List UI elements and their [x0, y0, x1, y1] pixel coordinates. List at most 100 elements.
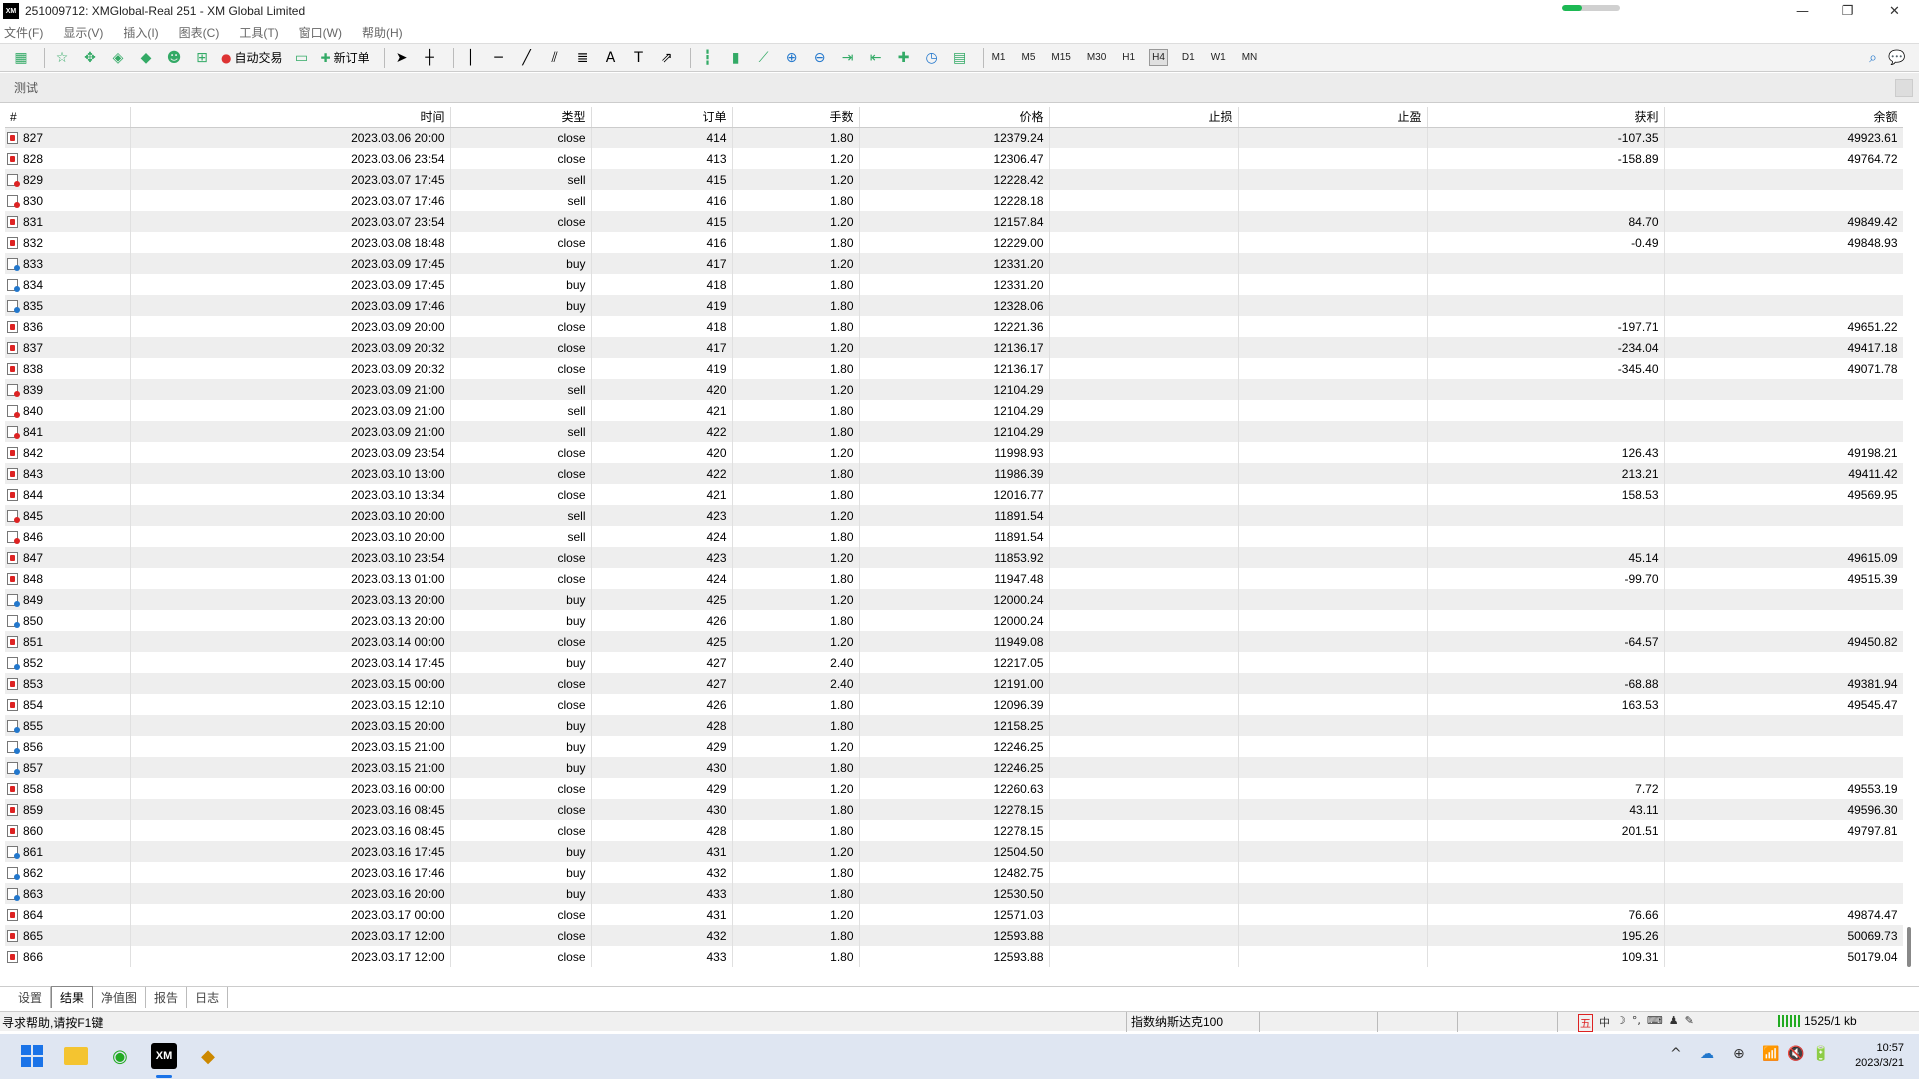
table-row[interactable]: 842 2023.03.09 23:54 close 420 1.20 11998.93 1…: [5, 442, 1903, 463]
tray-cloud-icon[interactable]: ☁: [1700, 1046, 1714, 1062]
line-chart-icon[interactable]: ⟋: [753, 47, 775, 69]
crosshair-move-icon[interactable]: ✥: [79, 47, 101, 69]
table-row[interactable]: 829 2023.03.07 17:45 sell 415 1.20 12228.42: [5, 169, 1903, 190]
table-row[interactable]: 841 2023.03.09 21:00 sell 422 1.80 12104.29: [5, 421, 1903, 442]
ime-punct-icon[interactable]: °,: [1632, 1014, 1641, 1032]
tab-report[interactable]: 报告: [146, 987, 188, 1008]
table-row[interactable]: 830 2023.03.07 17:46 sell 416 1.80 12228.18: [5, 190, 1903, 211]
zoom-out-icon[interactable]: ⊖: [809, 47, 831, 69]
autoscroll-icon[interactable]: ⇥: [837, 47, 859, 69]
ime-settings-icon[interactable]: ✎: [1685, 1014, 1694, 1032]
fibonacci-icon[interactable]: ≣: [572, 47, 594, 69]
tab-journal[interactable]: 日志: [187, 987, 229, 1008]
col-price[interactable]: 价格: [859, 107, 1050, 128]
table-row[interactable]: 849 2023.03.13 20:00 buy 425 1.20 12000.24: [5, 589, 1903, 610]
timeframe-h4[interactable]: H4: [1149, 49, 1168, 66]
col-balance[interactable]: 余额: [1664, 107, 1903, 128]
horizontal-line-icon[interactable]: ─: [488, 47, 510, 69]
table-row[interactable]: 835 2023.03.09 17:46 buy 419 1.80 12328.06: [5, 295, 1903, 316]
menu-view[interactable]: 显示(V): [63, 24, 103, 41]
menu-help[interactable]: 帮助(H): [362, 24, 403, 41]
table-row[interactable]: 843 2023.03.10 13:00 close 422 1.80 11986.39 2…: [5, 463, 1903, 484]
templates-icon[interactable]: ▤: [949, 47, 971, 69]
table-row[interactable]: 846 2023.03.10 20:00 sell 424 1.80 11891.54: [5, 526, 1903, 547]
timeframe-m1[interactable]: M1: [990, 50, 1008, 65]
table-row[interactable]: 845 2023.03.10 20:00 sell 423 1.20 11891.54: [5, 505, 1903, 526]
menu-tools[interactable]: 工具(T): [239, 24, 278, 41]
volume-icon[interactable]: 🔇: [1787, 1046, 1804, 1062]
ime-moon-icon[interactable]: ☽: [1616, 1014, 1626, 1032]
crosshair-icon[interactable]: ┼: [419, 47, 441, 69]
col-type[interactable]: 类型: [450, 107, 592, 128]
table-row[interactable]: 840 2023.03.09 21:00 sell 421 1.80 12104.29: [5, 400, 1903, 421]
table-row[interactable]: 833 2023.03.09 17:45 buy 417 1.20 12331.20: [5, 253, 1903, 274]
tab-equity-graph[interactable]: 净值图: [93, 987, 147, 1008]
table-row[interactable]: 837 2023.03.09 20:32 close 417 1.20 12136.17 -…: [5, 337, 1903, 358]
zoom-in-icon[interactable]: ⊕: [781, 47, 803, 69]
col-profit[interactable]: 获利: [1427, 107, 1665, 128]
tray-overflow-icon[interactable]: ^: [1670, 1046, 1682, 1062]
table-row[interactable]: 847 2023.03.10 23:54 close 423 1.20 11853.92 4…: [5, 547, 1903, 568]
table-row[interactable]: 860 2023.03.16 08:45 close 428 1.80 12278.15 2…: [5, 820, 1903, 841]
status-profile[interactable]: 指数纳斯达克100: [1126, 1012, 1260, 1032]
bar-chart-icon[interactable]: ┇: [697, 47, 719, 69]
table-row[interactable]: 836 2023.03.09 20:00 close 418 1.80 12221.36 -…: [5, 316, 1903, 337]
table-row[interactable]: 857 2023.03.15 21:00 buy 430 1.80 12246.25: [5, 757, 1903, 778]
app-button[interactable]: ◆: [194, 1042, 222, 1070]
ime-mode-icon[interactable]: 中: [1599, 1014, 1610, 1032]
table-row[interactable]: 827 2023.03.06 20:00 close 414 1.80 12379.24 -…: [5, 127, 1903, 148]
window-icon[interactable]: ▭: [291, 47, 313, 69]
timeframe-m30[interactable]: M30: [1085, 50, 1108, 65]
table-row[interactable]: 851 2023.03.14 00:00 close 425 1.20 11949.08 -…: [5, 631, 1903, 652]
connection-status[interactable]: 1525/1 kb: [1778, 1014, 1857, 1028]
table-row[interactable]: 854 2023.03.15 12:10 close 426 1.80 12096.39 1…: [5, 694, 1903, 715]
menu-insert[interactable]: 插入(I): [123, 24, 158, 41]
indicators-icon[interactable]: ✚: [893, 47, 915, 69]
col-lots[interactable]: 手数: [732, 107, 860, 128]
tester-icon[interactable]: ⊞: [191, 47, 213, 69]
col-take-profit[interactable]: 止盈: [1238, 107, 1428, 128]
file-explorer-button[interactable]: [62, 1042, 90, 1070]
menu-charts[interactable]: 图表(C): [179, 24, 220, 41]
arrows-icon[interactable]: ⇗: [656, 47, 678, 69]
autotrade-button[interactable]: ● 自动交易: [219, 47, 285, 69]
panel-close-button[interactable]: [1895, 79, 1913, 97]
menu-window[interactable]: 窗口(W): [299, 24, 342, 41]
table-row[interactable]: 864 2023.03.17 00:00 close 431 1.20 12571.03 7…: [5, 904, 1903, 925]
navigator-icon[interactable]: ◈: [107, 47, 129, 69]
label-tool-icon[interactable]: T: [628, 47, 650, 69]
table-row[interactable]: 848 2023.03.13 01:00 close 424 1.80 11947.48 -…: [5, 568, 1903, 589]
timeframe-mn[interactable]: MN: [1240, 50, 1260, 65]
timeframe-m15[interactable]: M15: [1049, 50, 1072, 65]
channel-icon[interactable]: ⫽: [544, 47, 566, 69]
text-tool-icon[interactable]: A: [600, 47, 622, 69]
ime-user-icon[interactable]: ♟: [1669, 1014, 1679, 1032]
cursor-icon[interactable]: ➤: [391, 47, 413, 69]
new-chart-icon[interactable]: ▦: [10, 47, 32, 69]
table-row[interactable]: 844 2023.03.10 13:34 close 421 1.80 12016.77 1…: [5, 484, 1903, 505]
restore-button[interactable]: ❐: [1825, 0, 1870, 22]
table-row[interactable]: 865 2023.03.17 12:00 close 432 1.80 12593.88 1…: [5, 925, 1903, 946]
tab-results[interactable]: 结果: [51, 986, 94, 1008]
menu-file[interactable]: 文件(F): [4, 24, 43, 41]
periods-icon[interactable]: ◷: [921, 47, 943, 69]
timeframe-w1[interactable]: W1: [1209, 50, 1228, 65]
table-row[interactable]: 853 2023.03.15 00:00 close 427 2.40 12191.00 -…: [5, 673, 1903, 694]
table-row[interactable]: 862 2023.03.16 17:46 buy 432 1.80 12482.75: [5, 862, 1903, 883]
vertical-line-icon[interactable]: │: [460, 47, 482, 69]
table-row[interactable]: 859 2023.03.16 08:45 close 430 1.80 12278.15 4…: [5, 799, 1903, 820]
table-row[interactable]: 832 2023.03.08 18:48 close 416 1.80 12229.00 -…: [5, 232, 1903, 253]
col-number[interactable]: #: [5, 107, 131, 128]
table-row[interactable]: 856 2023.03.15 21:00 buy 429 1.20 12246.25: [5, 736, 1903, 757]
close-button[interactable]: ✕: [1872, 0, 1917, 22]
experts-icon[interactable]: ☻: [163, 47, 185, 69]
tab-settings[interactable]: 设置: [10, 987, 52, 1008]
table-row[interactable]: 831 2023.03.07 23:54 close 415 1.20 12157.84 8…: [5, 211, 1903, 232]
col-order[interactable]: 订单: [591, 107, 733, 128]
table-row[interactable]: 834 2023.03.09 17:45 buy 418 1.80 12331.20: [5, 274, 1903, 295]
chat-icon[interactable]: 💬: [1886, 47, 1908, 69]
scrollbar-thumb[interactable]: [1907, 927, 1911, 967]
wifi-icon[interactable]: 📶: [1762, 1046, 1779, 1062]
table-row[interactable]: 858 2023.03.16 00:00 close 429 1.20 12260.63 7…: [5, 778, 1903, 799]
profiles-icon[interactable]: ☆: [51, 47, 73, 69]
